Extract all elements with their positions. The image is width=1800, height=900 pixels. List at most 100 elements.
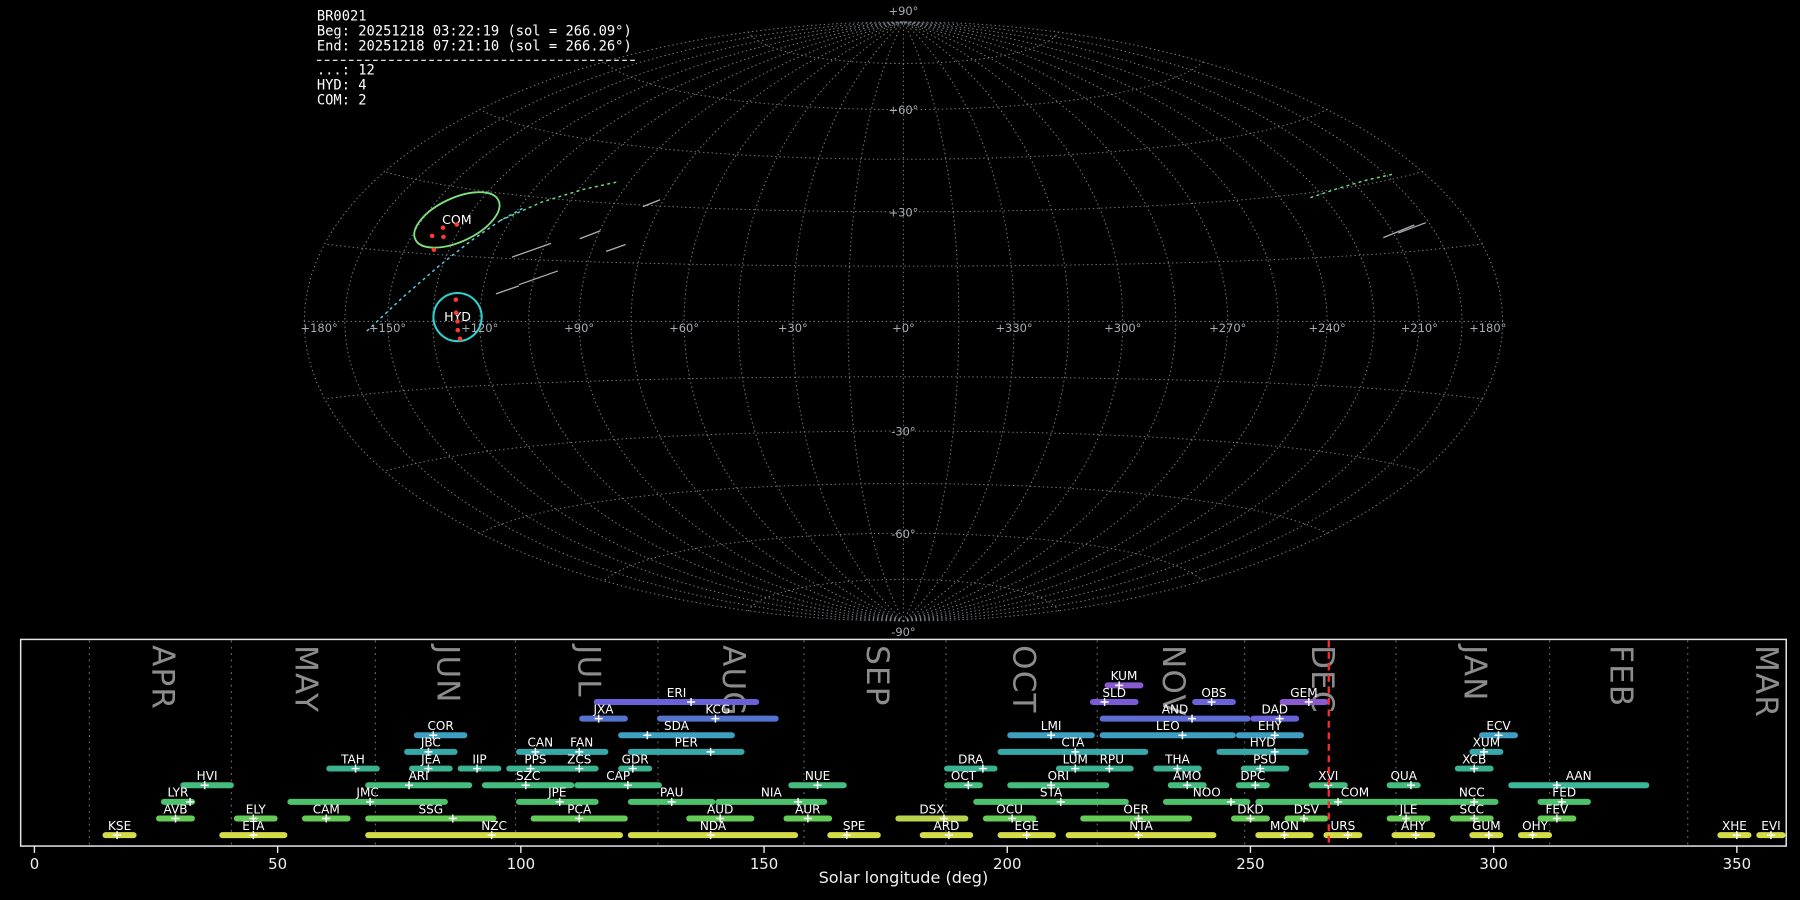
month-label: SEP	[859, 645, 895, 706]
shower-code: FED	[1552, 786, 1576, 800]
shower-code: NTA	[1129, 819, 1153, 833]
month-label: APR	[144, 645, 180, 710]
shower-code: KCG	[705, 702, 730, 716]
shower-code: EHY	[1258, 719, 1283, 733]
shower-code: HVI	[197, 769, 218, 783]
shower-code: XHE	[1722, 819, 1747, 833]
shower-code: NUE	[805, 769, 830, 783]
lon-tick-label: +30°	[778, 321, 808, 335]
shower-code: TAH	[340, 752, 365, 766]
figure-background	[0, 0, 1800, 900]
month-label: JAN	[1457, 643, 1493, 701]
radiant-dot	[429, 233, 435, 239]
lat-tick-label: +60°	[888, 103, 918, 117]
lat-tick-label: -90°	[891, 625, 915, 639]
shower-code: AAN	[1566, 769, 1592, 783]
activity-bar	[365, 782, 473, 789]
activity-bar	[574, 782, 662, 789]
activity-bar	[1255, 798, 1455, 805]
shower-code: CAN	[528, 736, 554, 750]
shower-code: KSE	[108, 819, 131, 833]
obs-end-line: End: 20251218 07:21:10 (sol = 266.26°)	[317, 39, 632, 55]
shower-code: AMO	[1173, 769, 1201, 783]
radiant-dot	[455, 327, 461, 333]
shower-code: OBS	[1201, 686, 1226, 700]
shower-code: MON	[1270, 819, 1299, 833]
shower-code: ELY	[246, 802, 267, 816]
shower-code: ECV	[1486, 719, 1511, 733]
lat-tick-label: +90°	[888, 4, 918, 18]
shower-code: SSG	[419, 802, 444, 816]
shower-code: SZC	[516, 769, 540, 783]
shower-code: DKD	[1237, 802, 1263, 816]
x-tick-label: 250	[1236, 855, 1264, 873]
shower-code: DSX	[919, 802, 944, 816]
x-tick-label: 350	[1723, 855, 1751, 873]
activity-bar	[579, 715, 628, 722]
shower-code: COM	[1341, 786, 1369, 800]
shower-code: AND	[1162, 702, 1189, 716]
shower-code: NIA	[761, 786, 783, 800]
shower-code: OCT	[951, 769, 977, 783]
lon-tick-label: +150°	[369, 321, 406, 335]
shower-code: GDR	[622, 752, 650, 766]
lon-tick-label: +180°	[1469, 321, 1506, 335]
lon-tick-label: +180°	[301, 321, 338, 335]
x-tick-label: 100	[507, 855, 535, 873]
shower-code: CTA	[1061, 736, 1085, 750]
shower-code: HYD	[1250, 736, 1276, 750]
shower-code: GEM	[1290, 686, 1317, 700]
shower-code: JLE	[1399, 802, 1418, 816]
shower-code: OHY	[1522, 819, 1549, 833]
shower-code: OCU	[996, 802, 1023, 816]
shower-code: SCC	[1460, 802, 1484, 816]
shower-code: JMC	[355, 786, 378, 800]
shower-code: JBC	[420, 736, 441, 750]
shower-code: COR	[427, 719, 454, 733]
lat-tick-label: -60°	[891, 527, 915, 541]
month-label: JUN	[429, 643, 465, 703]
shower-code: DAD	[1262, 702, 1289, 716]
shower-code: NZC	[481, 819, 507, 833]
lon-tick-label: +270°	[1209, 321, 1246, 335]
shower-code: AUD	[707, 802, 733, 816]
shower-code: NDA	[700, 819, 727, 833]
count-com: COM: 2	[317, 92, 367, 108]
radiant-dot	[431, 247, 437, 253]
shower-code: FAN	[570, 736, 593, 750]
month-label: MAR	[1748, 645, 1784, 718]
shower-code: LUM	[1063, 752, 1088, 766]
shower-code: IIP	[472, 752, 486, 766]
activity-bar-DPC: DPC	[1235, 769, 1270, 790]
activity-bar	[827, 832, 881, 839]
radiant-dot	[441, 234, 446, 240]
shower-code: GUM	[1472, 819, 1501, 833]
shower-code: JEA	[420, 752, 441, 766]
shower-code: AUR	[795, 802, 821, 816]
radiant-dot	[457, 336, 463, 342]
shower-code: URS	[1330, 819, 1355, 833]
x-tick-label: 150	[750, 855, 778, 873]
shower-code: ETA	[242, 819, 265, 833]
activity-bar	[1099, 732, 1236, 739]
lat-tick-label: -30°	[891, 425, 915, 439]
shower-code: FEV	[1545, 802, 1569, 816]
shower-code: LEO	[1156, 719, 1180, 733]
shower-code: NCC	[1459, 786, 1485, 800]
shower-code: EVI	[1761, 819, 1780, 833]
app-root: COM HYD +180° +150° +120° +90° +60° +30° +0° +33…	[0, 0, 1800, 900]
activity-bar-QUA: QUA	[1386, 769, 1421, 790]
month-label: JUL	[571, 643, 607, 698]
lon-tick-label: +120°	[461, 321, 498, 335]
month-label: FEB	[1603, 645, 1639, 707]
shower-code: PPS	[524, 752, 546, 766]
lon-tick-label: +90°	[564, 321, 594, 335]
shower-code: PCA	[567, 802, 592, 816]
lon-tick-label: +60°	[669, 321, 699, 335]
shower-code: XUM	[1473, 736, 1500, 750]
shower-code: LMI	[1041, 719, 1062, 733]
radiant-dot	[453, 310, 459, 316]
activity-bar-OHY: OHY	[1517, 819, 1553, 840]
x-tick-label: 300	[1479, 855, 1507, 873]
shower-code: ARI	[409, 769, 429, 783]
